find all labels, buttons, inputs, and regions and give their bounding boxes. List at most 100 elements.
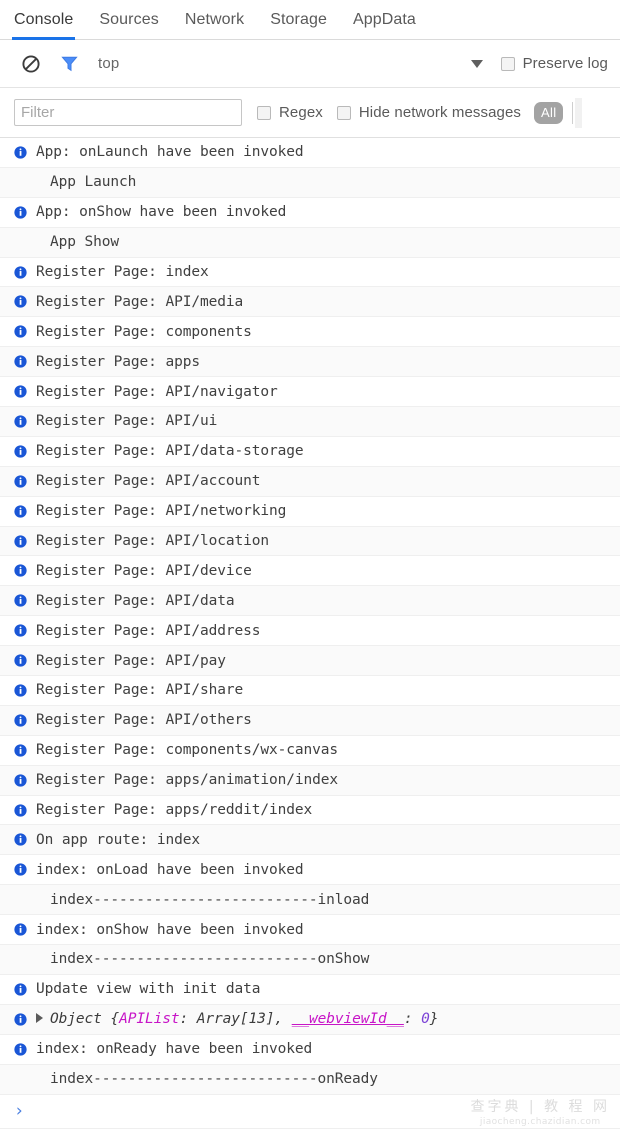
object-type-name: Object (50, 1011, 111, 1028)
console-message-text: index: onShow have been invoked (36, 921, 304, 938)
console-message-row[interactable]: App: onLaunch have been invoked (0, 138, 620, 168)
console-prompt-row[interactable]: › (0, 1094, 620, 1129)
console-message-row[interactable]: Register Page: API/data-storage (0, 437, 620, 467)
regex-label: Regex (279, 104, 323, 121)
preserve-log-box[interactable] (500, 56, 515, 71)
console-message-row[interactable]: App: onShow have been invoked (0, 198, 620, 228)
console-message-row[interactable]: Register Page: API/location (0, 526, 620, 557)
console-message-text: App: onLaunch have been invoked (36, 144, 304, 161)
message-level-gutter (14, 654, 36, 667)
console-message-row[interactable]: Register Page: apps/animation/index (0, 765, 620, 796)
console-message-row[interactable]: index--------------------------onReady (0, 1064, 620, 1095)
object-property-value: Array[13] (196, 1011, 275, 1028)
console-message-row[interactable]: On app route: index (0, 825, 620, 856)
info-icon (14, 624, 27, 637)
info-icon (14, 415, 27, 428)
console-message-row[interactable]: Register Page: API/address (0, 616, 620, 647)
message-level-gutter (14, 774, 36, 787)
console-message-row[interactable]: Register Page: API/account (0, 466, 620, 497)
console-message-list[interactable]: App: onLaunch have been invoked App Launc… (0, 138, 620, 1133)
console-message-row[interactable]: Update view with init data (0, 975, 620, 1005)
execution-context-selector[interactable]: top (98, 55, 119, 72)
console-message-text: index--------------------------inload (50, 891, 370, 908)
console-message-row[interactable]: index--------------------------onShow (0, 945, 620, 975)
message-level-gutter (14, 415, 36, 428)
tab-label: Console (14, 10, 74, 28)
hide-network-messages-checkbox[interactable]: Hide network messages (336, 104, 521, 121)
console-message-row[interactable]: Register Page: apps (0, 347, 620, 378)
console-message-row[interactable]: index: onReady have been invoked (0, 1035, 620, 1065)
console-message-row[interactable]: Register Page: API/others (0, 705, 620, 736)
console-message-text: Register Page: API/share (36, 682, 244, 699)
console-message-row[interactable]: App Launch (0, 167, 620, 198)
console-message-text: index--------------------------onShow (50, 951, 370, 968)
info-icon (14, 654, 27, 667)
tab-label: AppData (352, 10, 416, 28)
console-message-row[interactable]: index--------------------------inload (0, 885, 620, 916)
filterbar-divider (572, 101, 574, 124)
message-level-gutter (14, 355, 36, 368)
console-message-row[interactable]: App Show (0, 227, 620, 258)
info-icon (14, 774, 27, 787)
console-message-row[interactable]: Register Page: API/networking (0, 497, 620, 527)
message-level-gutter (14, 714, 36, 727)
console-message-text: Register Page: API/account (36, 473, 261, 490)
message-level-gutter (14, 564, 36, 578)
filter-funnel-icon[interactable] (56, 51, 82, 77)
disclosure-triangle-icon[interactable] (36, 1013, 43, 1024)
info-icon (14, 803, 27, 817)
console-message-text: Register Page: apps/animation/index (36, 772, 339, 789)
console-message-row[interactable]: Register Page: API/media (0, 287, 620, 318)
info-icon (14, 833, 27, 847)
console-message-row[interactable]: index: onShow have been invoked (0, 915, 620, 946)
tab-storage[interactable]: Storage (270, 0, 340, 39)
console-message-text: Object {APIList: Array[13], __webviewId_… (36, 1011, 620, 1027)
filter-input[interactable] (14, 99, 242, 126)
preserve-log-checkbox[interactable]: Preserve log (500, 55, 608, 72)
console-message-text: Register Page: components/wx-canvas (36, 742, 339, 759)
regex-checkbox[interactable]: Regex (257, 104, 323, 121)
message-level-gutter (14, 684, 36, 697)
chevron-down-icon[interactable] (470, 59, 483, 68)
console-filter-bar: Regex Hide network messages All (0, 88, 620, 138)
console-message-row[interactable]: Register Page: components (0, 317, 620, 348)
tab-console[interactable]: Console (11, 0, 86, 40)
console-message-row[interactable]: Register Page: apps/reddit/index (0, 796, 620, 826)
console-message-text: Register Page: API/location (36, 533, 270, 550)
info-icon (14, 385, 27, 398)
console-message-row[interactable]: Register Page: index (0, 258, 620, 288)
console-message-row[interactable]: Register Page: API/device (0, 556, 620, 587)
console-message-text: Register Page: API/media (36, 293, 244, 310)
console-message-text: Register Page: API/others (36, 712, 252, 729)
console-message-row[interactable]: Object {APIList: Array[13], __webviewId_… (0, 1004, 620, 1035)
console-message-text: Register Page: API/data-storage (36, 443, 304, 460)
console-message-row[interactable]: Register Page: API/data (0, 586, 620, 617)
info-icon (14, 684, 27, 697)
message-level-gutter (14, 385, 36, 398)
info-icon (14, 983, 27, 996)
tab-network[interactable]: Network (185, 0, 257, 39)
regex-box[interactable] (257, 105, 271, 120)
message-level-gutter (14, 803, 36, 817)
console-message-row[interactable]: Register Page: API/navigator (0, 377, 620, 408)
info-icon (14, 325, 27, 338)
tab-sources[interactable]: Sources (99, 0, 171, 39)
hide-network-box[interactable] (336, 105, 351, 120)
console-message-row[interactable]: Register Page: API/ui (0, 407, 620, 437)
filterbar-overflow-edge[interactable] (575, 97, 583, 128)
console-message-row[interactable]: Register Page: components/wx-canvas (0, 736, 620, 766)
message-level-gutter (14, 1043, 36, 1056)
console-message-row[interactable]: Register Page: API/pay (0, 646, 620, 677)
console-message-row[interactable]: index: onLoad have been invoked (0, 855, 620, 886)
tab-appdata[interactable]: AppData (353, 0, 429, 39)
log-level-badge[interactable]: All (534, 101, 564, 124)
object-property-key: __webviewId__ (291, 1011, 404, 1028)
object-comma: , (274, 1011, 292, 1028)
message-level-gutter (14, 265, 36, 279)
console-message-text: Register Page: API/navigator (36, 383, 278, 400)
clear-console-icon[interactable] (18, 51, 44, 77)
message-level-gutter (14, 833, 36, 847)
message-level-gutter (14, 983, 36, 996)
console-message-row[interactable]: Register Page: API/share (0, 676, 620, 706)
console-message-text: index--------------------------onReady (50, 1071, 378, 1088)
